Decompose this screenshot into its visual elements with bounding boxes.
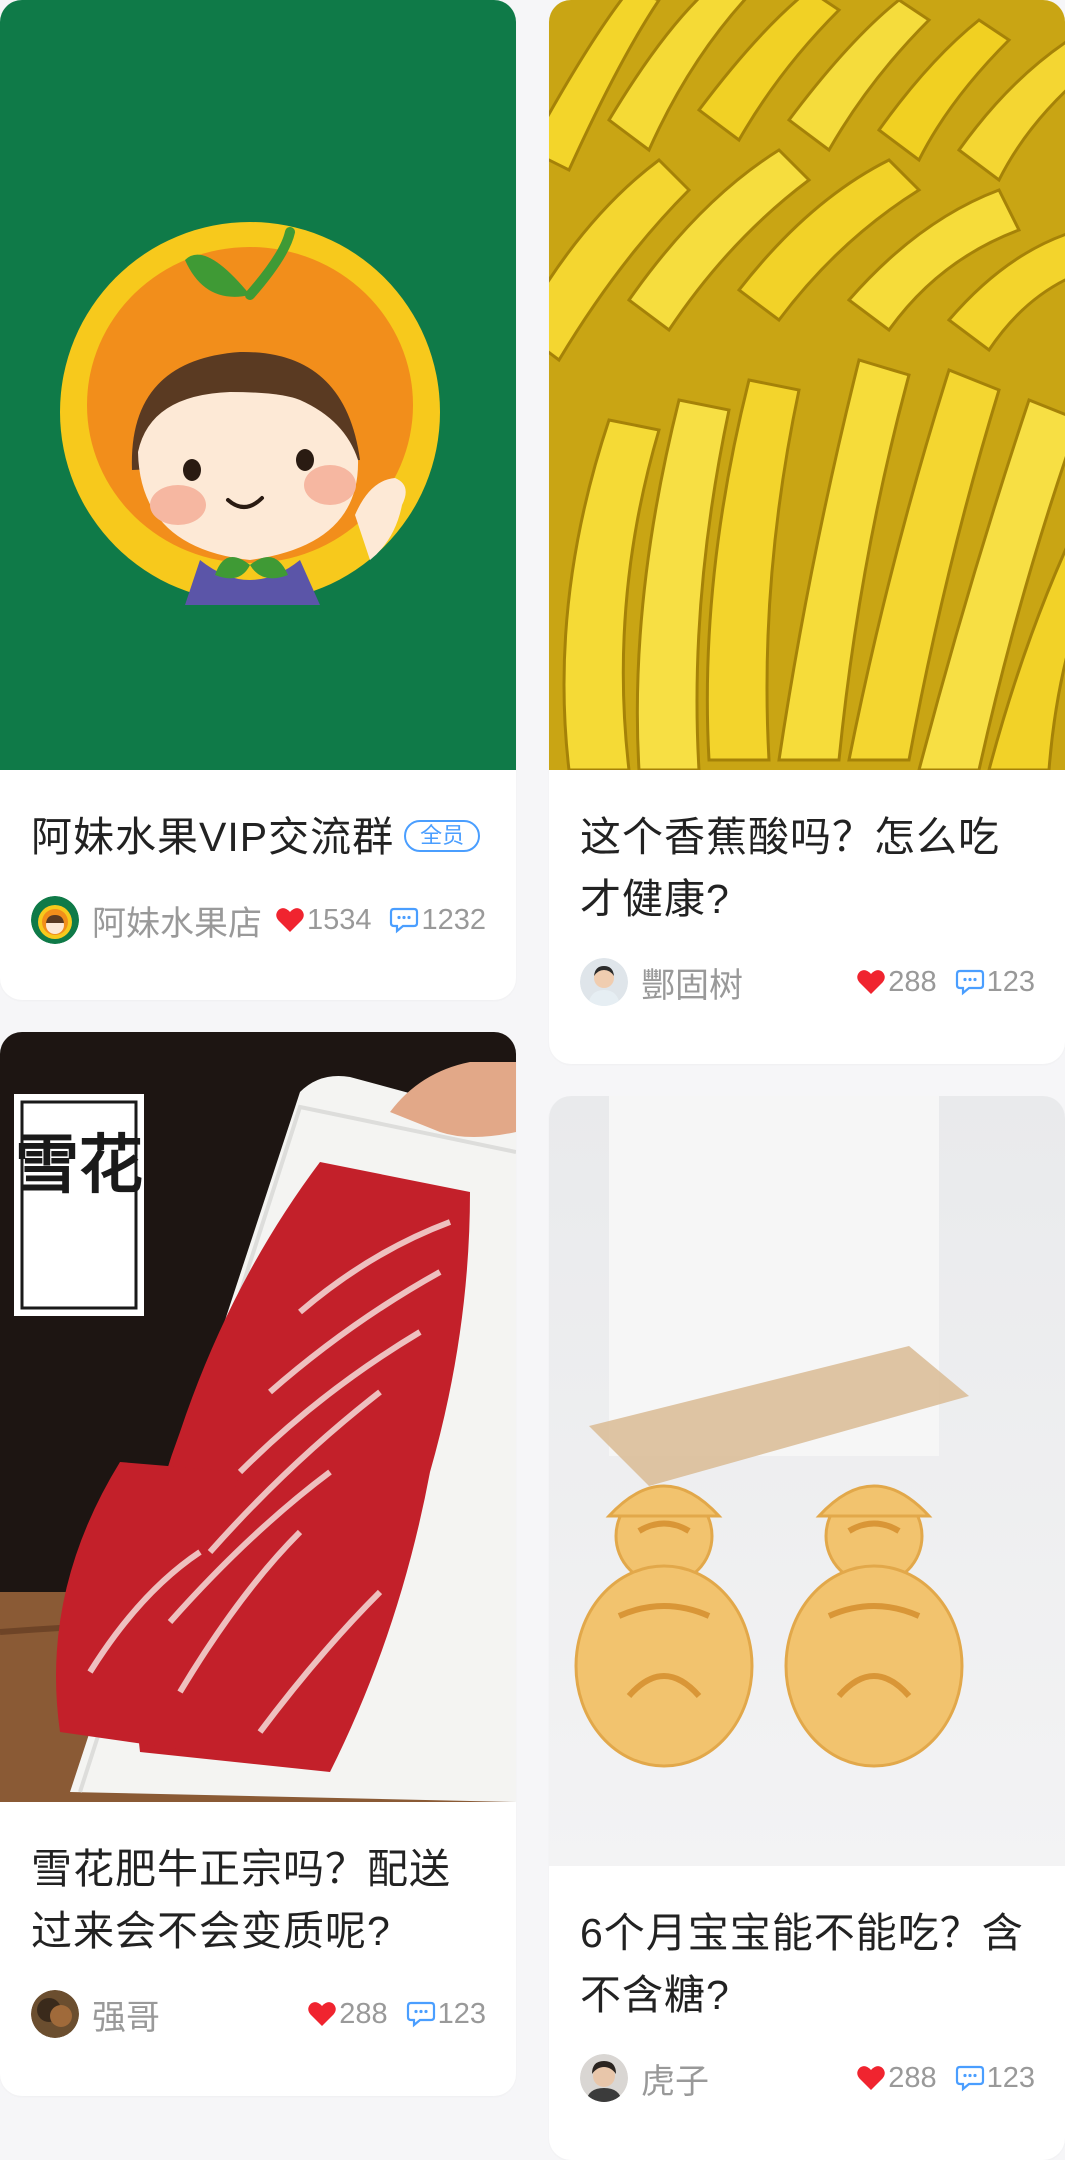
post-card[interactable]: 6个月宝宝能不能吃？含不含糖? 虎子 288 123 [549, 1096, 1065, 2160]
post-meta: 虎子 288 123 [580, 2050, 1035, 2106]
avatar[interactable] [580, 958, 628, 1006]
post-image[interactable] [549, 1096, 1065, 1866]
member-tag: 全员 [404, 820, 481, 853]
author-name[interactable]: 虎子 [641, 2054, 856, 2103]
post-card[interactable]: 阿妹水果VIP交流群 全员 阿妹水果店 1534 1232 [0, 0, 516, 1000]
heart-icon [857, 2066, 885, 2090]
author-name[interactable]: 酆固树 [641, 958, 856, 1007]
avatar[interactable] [580, 2054, 628, 2102]
post-title[interactable]: 6个月宝宝能不能吃？含不含糖? [580, 1902, 1035, 2026]
author-name[interactable]: 强哥 [92, 1990, 307, 2039]
comment-count[interactable]: 123 [406, 1998, 486, 2031]
image-label: 雪花 [15, 1128, 143, 1203]
post-image[interactable] [0, 0, 516, 770]
avatar[interactable] [31, 1990, 79, 2038]
post-title[interactable]: 这个香蕉酸吗？怎么吃才健康? [580, 806, 1035, 930]
post-meta: 阿妹水果店 1534 1232 [31, 892, 486, 948]
post-meta: 强哥 288 123 [31, 1986, 486, 2042]
comment-count[interactable]: 1232 [389, 904, 486, 937]
heart-icon [857, 970, 885, 994]
like-count[interactable]: 288 [307, 1998, 388, 2031]
like-count[interactable]: 1534 [275, 904, 371, 937]
post-feed: 阿妹水果VIP交流群 全员 阿妹水果店 1534 1232 这个香蕉酸吗？怎么吃… [0, 0, 1065, 2160]
heart-icon [308, 2002, 336, 2026]
comment-bubble-icon [406, 2001, 435, 2028]
avatar[interactable] [31, 896, 79, 944]
post-image[interactable]: 雪花 [0, 1032, 516, 1802]
comment-bubble-icon [955, 969, 984, 996]
post-image[interactable] [549, 0, 1065, 770]
comment-count[interactable]: 123 [955, 966, 1035, 999]
like-count[interactable]: 288 [856, 2062, 937, 2095]
comment-bubble-icon [955, 2065, 984, 2092]
post-meta: 酆固树 288 123 [580, 954, 1035, 1010]
heart-icon [276, 908, 304, 932]
post-title[interactable]: 阿妹水果VIP交流群 全员 [31, 806, 486, 868]
post-title[interactable]: 雪花肥牛正宗吗？配送过来会不会变质呢? [31, 1838, 486, 1962]
post-card[interactable]: 雪花 雪花肥牛正宗吗？配送过来会不会变质呢? 强哥 288 123 [0, 1032, 516, 2096]
author-name[interactable]: 阿妹水果店 [92, 896, 275, 945]
like-count[interactable]: 288 [856, 966, 937, 999]
post-card[interactable]: 这个香蕉酸吗？怎么吃才健康? 酆固树 288 123 [549, 0, 1065, 1064]
comment-count[interactable]: 123 [955, 2062, 1035, 2095]
comment-bubble-icon [390, 907, 419, 934]
